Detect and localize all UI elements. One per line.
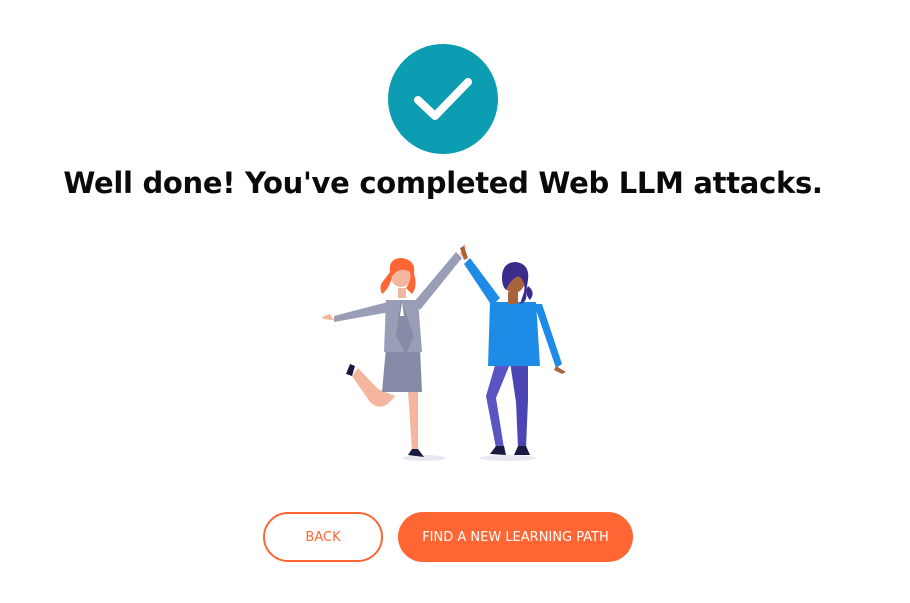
high-five-illustration xyxy=(300,236,590,466)
find-learning-path-button[interactable]: FIND A NEW LEARNING PATH xyxy=(398,512,633,562)
completion-page: Well done! You've completed Web LLM atta… xyxy=(0,0,910,603)
back-button[interactable]: BACK xyxy=(263,512,383,562)
checkmark-icon xyxy=(388,44,498,154)
completion-headline: Well done! You've completed Web LLM atta… xyxy=(63,166,823,200)
